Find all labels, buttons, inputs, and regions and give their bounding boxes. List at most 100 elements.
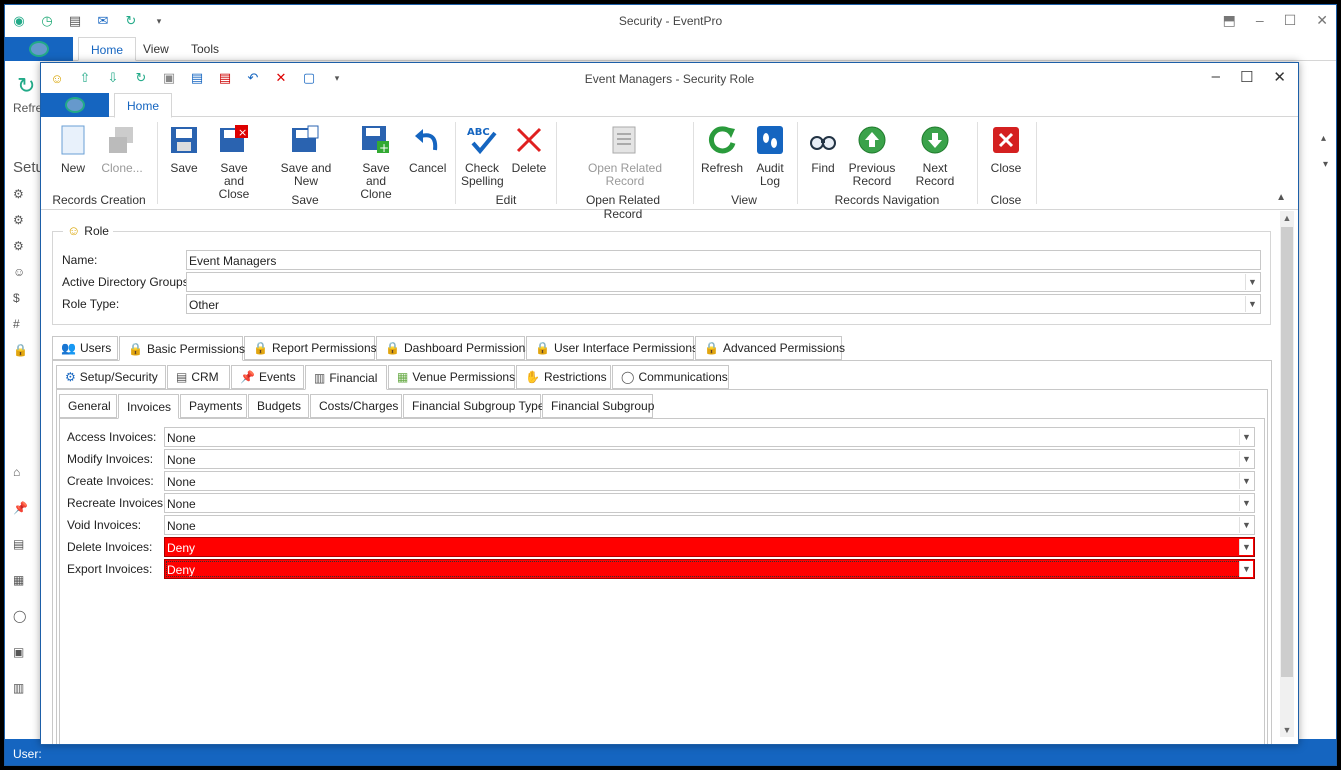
tab-users[interactable]: 👥 Users — [52, 336, 118, 360]
chevron-down-icon[interactable]: ▼ — [1245, 296, 1259, 312]
user-icon[interactable]: ☺ — [13, 265, 25, 279]
tab-setup-security[interactable]: ⚙ Setup/Security — [56, 365, 166, 389]
name-field[interactable]: Event Managers — [186, 250, 1261, 270]
tab-crm[interactable]: ▤ CRM — [167, 365, 230, 389]
chat-icon[interactable]: ◯ — [13, 609, 26, 623]
tab-advanced-permissions[interactable]: 🔒 Advanced Permissions — [695, 336, 845, 360]
clone-button[interactable]: Clone... — [99, 124, 145, 175]
delete-invoices-row: Delete Invoices: Deny ▼ — [67, 537, 1255, 557]
clipboard-icon[interactable]: ▣ — [13, 645, 24, 659]
refresh-button[interactable]: Refresh — [701, 124, 743, 175]
scroll-down-icon[interactable]: ▼ — [1280, 723, 1294, 737]
money-icon[interactable]: $ — [13, 291, 20, 305]
ad-groups-select[interactable]: ▼ — [186, 272, 1261, 292]
minimize-icon[interactable]: – — [1256, 12, 1264, 29]
tab-financial[interactable]: ▥ Financial — [305, 365, 387, 390]
chevron-down-icon[interactable]: ▼ — [1239, 451, 1253, 467]
chevron-down-icon[interactable]: ▼ — [1239, 561, 1253, 577]
tab-financial-subgroup[interactable]: Financial Subgroup — [542, 394, 654, 418]
tab-basic-permissions[interactable]: 🔒 Basic Permissions — [119, 336, 245, 361]
collapse-arrow-icon[interactable]: ▴ — [1321, 133, 1326, 144]
edit-group-label: Edit — [495, 193, 517, 207]
access-invoices-select[interactable]: None ▼ — [164, 427, 1255, 447]
chevron-down-icon[interactable]: ▾ — [1323, 159, 1328, 170]
delete-button[interactable]: Delete — [511, 124, 547, 175]
app-ribbon-tabs: Home View Tools — [5, 37, 1336, 61]
close-button[interactable]: Close — [987, 124, 1025, 175]
ribbon-separator — [693, 122, 694, 204]
save-and-new-button[interactable]: Save and New — [269, 124, 343, 188]
tab-general[interactable]: General — [59, 394, 117, 418]
void-invoices-select[interactable]: None ▼ — [164, 515, 1255, 535]
maximize-icon[interactable]: ☐ — [1240, 68, 1253, 86]
pushpin-icon[interactable]: 📌 — [13, 501, 28, 515]
lock-icon: 🔒 — [253, 341, 268, 355]
save-button[interactable]: Save — [167, 124, 201, 175]
gear-icon[interactable]: ⚙ — [13, 187, 24, 201]
hash-icon[interactable]: # — [13, 317, 20, 331]
related-record-icon — [609, 124, 641, 156]
tab-view[interactable]: View — [131, 37, 181, 61]
tab-payments[interactable]: Payments — [180, 394, 247, 418]
background-right-panel: ▴ ▾ — [1296, 63, 1336, 743]
vertical-scrollbar[interactable]: ▲ ▼ — [1280, 211, 1294, 737]
audit-log-button[interactable]: Audit Log — [753, 124, 787, 188]
modify-invoices-select[interactable]: None ▼ — [164, 449, 1255, 469]
role-type-select[interactable]: Other ▼ — [186, 294, 1261, 314]
restore-icon[interactable]: ⬒ — [1223, 12, 1236, 29]
undo-icon — [411, 124, 443, 156]
create-invoices-select[interactable]: None ▼ — [164, 471, 1255, 491]
recreate-invoices-select[interactable]: None ▼ — [164, 493, 1255, 513]
access-invoices-row: Access Invoices: None ▼ — [67, 427, 1255, 447]
chevron-down-icon[interactable]: ▼ — [1239, 539, 1253, 555]
tab-home[interactable]: Home — [114, 93, 173, 118]
cancel-button[interactable]: Cancel — [409, 124, 446, 175]
dialog-file-menu-button[interactable] — [41, 93, 109, 117]
check-spelling-button[interactable]: ABC Check Spelling — [461, 124, 504, 188]
tab-home[interactable]: Home — [78, 37, 137, 61]
delete-invoices-select[interactable]: Deny ▼ — [164, 537, 1255, 557]
tab-financial-subgroup-type[interactable]: Financial Subgroup Type — [403, 394, 545, 418]
gear-icon[interactable]: ⚙ — [13, 213, 24, 227]
close-icon[interactable]: ✕ — [1316, 12, 1328, 29]
calculator-icon[interactable]: ▥ — [13, 681, 24, 695]
tab-venue-permissions[interactable]: ▦ Venue Permissions — [388, 365, 515, 389]
tab-restrictions[interactable]: ✋ Restrictions — [516, 365, 611, 389]
chevron-down-icon[interactable]: ▼ — [1239, 429, 1253, 445]
home-icon[interactable]: ⌂ — [13, 465, 20, 479]
save-and-clone-button[interactable]: + Save and Clone — [351, 124, 401, 201]
new-button[interactable]: New — [57, 124, 89, 175]
collapse-ribbon-icon[interactable]: ▲ — [1276, 192, 1286, 203]
minimize-icon[interactable]: – — [1212, 68, 1220, 86]
next-record-button[interactable]: Next Record — [903, 124, 967, 188]
tab-tools[interactable]: Tools — [179, 37, 231, 61]
chevron-down-icon[interactable]: ▼ — [1239, 517, 1253, 533]
open-related-record-button[interactable]: Open Related Record — [587, 124, 663, 188]
gear-icon[interactable]: ⚙ — [13, 239, 24, 253]
binoculars-icon — [807, 124, 839, 156]
file-menu-button[interactable] — [5, 37, 73, 61]
tab-events[interactable]: 📌 Events — [231, 365, 304, 389]
tab-budgets[interactable]: Budgets — [248, 394, 309, 418]
chevron-down-icon[interactable]: ▼ — [1239, 495, 1253, 511]
close-icon[interactable]: ✕ — [1273, 68, 1286, 86]
chevron-down-icon[interactable]: ▼ — [1245, 274, 1259, 290]
tab-dashboard-permissions[interactable]: 🔒 Dashboard Permissions — [376, 336, 531, 360]
report-icon[interactable]: ▦ — [13, 573, 24, 587]
scrollbar-thumb[interactable] — [1281, 227, 1293, 677]
tab-report-permissions[interactable]: 🔒 Report Permissions — [244, 336, 377, 360]
chevron-down-icon[interactable]: ▼ — [1239, 473, 1253, 489]
find-button[interactable]: Find — [807, 124, 839, 175]
tab-user-interface-permissions[interactable]: 🔒 User Interface Permissions — [526, 336, 698, 360]
scroll-up-icon[interactable]: ▲ — [1280, 211, 1294, 225]
maximize-icon[interactable]: ☐ — [1284, 12, 1297, 29]
tab-invoices[interactable]: Invoices — [118, 394, 179, 419]
previous-record-button[interactable]: Previous Record — [847, 124, 897, 188]
export-invoices-select[interactable]: Deny ▼ — [164, 559, 1255, 579]
ribbon: New Clone... Records Creation Save × Sav… — [41, 118, 1298, 221]
save-and-close-button[interactable]: × Save and Close — [209, 124, 259, 201]
tab-costs-charges[interactable]: Costs/Charges — [310, 394, 402, 418]
tab-communications[interactable]: ◯ Communications — [612, 365, 729, 389]
calendar-icon[interactable]: ▤ — [13, 537, 24, 551]
lock-icon[interactable]: 🔒 — [13, 343, 28, 357]
